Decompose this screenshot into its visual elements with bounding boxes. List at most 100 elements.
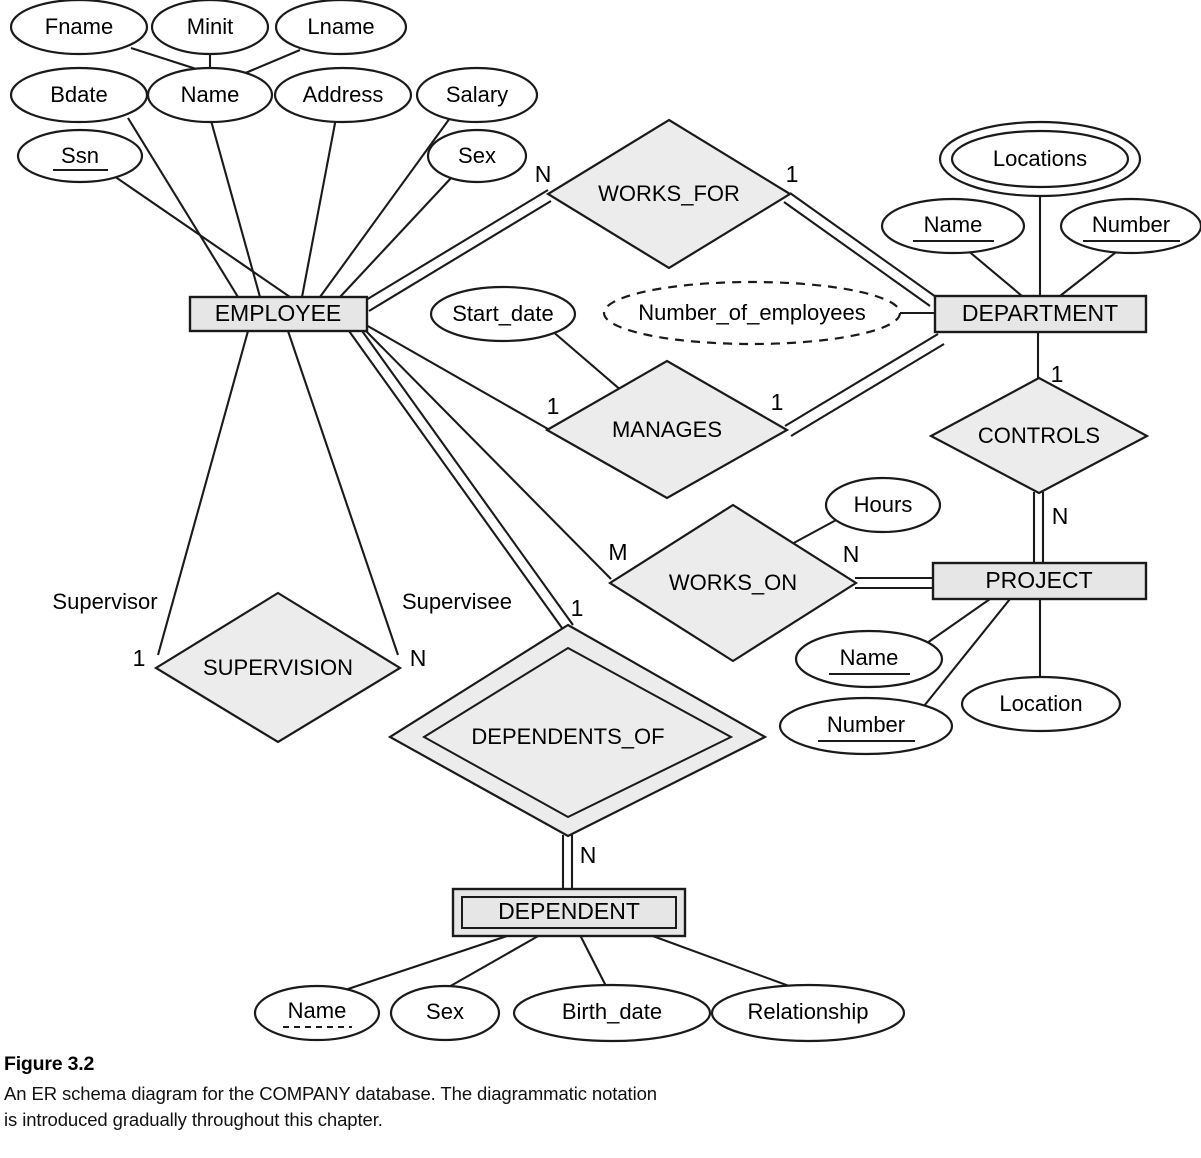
entity-project-label: PROJECT: [985, 567, 1092, 593]
attr-salary-label: Salary: [446, 82, 508, 107]
attr-project-name[interactable]: Name: [794, 629, 944, 689]
relationship-works-for-label: WORKS_FOR: [598, 181, 740, 206]
figure-number: Figure 3.2: [4, 1053, 95, 1075]
attr-hours-label: Hours: [854, 492, 913, 517]
figure-caption: Figure 3.2 An ER schema diagram for the …: [4, 1053, 904, 1133]
attr-fname-label: Fname: [45, 14, 113, 39]
attr-ssn[interactable]: Ssn: [16, 128, 144, 184]
attr-project-number[interactable]: Number: [778, 696, 954, 756]
attr-bdate-label: Bdate: [50, 82, 108, 107]
edge-deptnumber-department: [1059, 248, 1121, 297]
edge-lname-name: [242, 49, 301, 75]
attr-start-date[interactable]: Start_date: [429, 285, 577, 343]
relationship-manages-label: MANAGES: [612, 417, 722, 442]
entity-department[interactable]: DEPARTMENT: [933, 294, 1148, 334]
edge-depname-dependent: [329, 934, 511, 996]
entity-project[interactable]: PROJECT: [931, 561, 1148, 601]
attr-project-name-label: Name: [840, 645, 899, 670]
attr-locations-label: Locations: [993, 146, 1087, 171]
attr-dependent-sex[interactable]: Sex: [389, 984, 501, 1042]
cardinality-controls-department: 1: [1051, 361, 1064, 387]
edge-sex-employee: [339, 176, 453, 298]
cardinality-supervision-supervisor: 1: [133, 645, 146, 671]
attr-minit-label: Minit: [187, 14, 233, 39]
edge-employee-works-on: [365, 330, 612, 580]
attr-dependent-birth-date-label: Birth_date: [562, 999, 662, 1024]
edge-ssn-employee: [113, 175, 291, 298]
er-diagram: Fname Minit Lname Bdate Name Address Sal…: [0, 0, 1201, 1050]
attr-name-composite[interactable]: Name: [146, 66, 274, 124]
attr-project-location-label: Location: [999, 691, 1082, 716]
cardinality-works-for-department: 1: [786, 161, 799, 187]
cardinality-works-on-project: N: [843, 541, 860, 567]
edge-address-employee: [300, 117, 338, 298]
cardinality-dependents-of-dependent: N: [580, 842, 597, 868]
edge-salary-employee: [319, 117, 451, 298]
edge-deprelationship-dependent: [649, 934, 801, 991]
relationship-controls[interactable]: CONTROLS: [928, 376, 1150, 495]
er-diagram-canvas: Fname Minit Lname Bdate Name Address Sal…: [9, 0, 1201, 1043]
role-supervisor-label: Supervisor: [52, 589, 157, 614]
attr-dependent-birth-date[interactable]: Birth_date: [512, 983, 712, 1043]
attr-salary[interactable]: Salary: [415, 66, 539, 124]
edge-manages-department-a: [784, 333, 939, 427]
attr-lname-label: Lname: [307, 14, 374, 39]
attr-department-name[interactable]: Name: [880, 197, 1026, 255]
attr-sex[interactable]: Sex: [426, 128, 528, 184]
attr-locations-multivalued[interactable]: Locations: [938, 120, 1142, 198]
relationship-supervision[interactable]: SUPERVISION: [153, 591, 403, 744]
attr-dependent-name[interactable]: Name: [253, 984, 381, 1042]
attr-start-date-label: Start_date: [452, 301, 554, 326]
figure-caption-line-1: An ER schema diagram for the COMPANY dat…: [4, 1083, 657, 1104]
dependent-attribute-edges: [329, 934, 801, 996]
cardinality-manages-employee: 1: [547, 393, 560, 419]
attr-ssn-label: Ssn: [61, 143, 99, 168]
entity-department-label: DEPARTMENT: [962, 300, 1118, 326]
edge-depbirthdate-dependent: [579, 934, 609, 991]
attr-dependent-name-label: Name: [288, 998, 347, 1023]
entity-dependent[interactable]: DEPENDENT: [451, 887, 687, 938]
attr-number-of-employees-label: Number_of_employees: [638, 300, 865, 325]
attr-bdate[interactable]: Bdate: [9, 66, 149, 124]
relationship-controls-label: CONTROLS: [978, 423, 1100, 448]
attr-hours[interactable]: Hours: [824, 476, 942, 534]
attr-address-label: Address: [303, 82, 384, 107]
cardinality-works-on-employee: M: [608, 539, 627, 565]
relationship-works-for[interactable]: WORKS_FOR: [545, 118, 793, 270]
attr-number-of-employees[interactable]: Number_of_employees: [602, 280, 902, 346]
relationship-dependents-of[interactable]: DEPENDENTS_OF: [387, 623, 768, 838]
attr-dependent-relationship[interactable]: Relationship: [710, 983, 906, 1043]
entity-employee-label: EMPLOYEE: [215, 300, 342, 326]
attr-department-name-label: Name: [924, 212, 983, 237]
edge-employee-supervisee: [287, 330, 399, 656]
attr-project-number-label: Number: [827, 712, 905, 737]
attr-dependent-relationship-label: Relationship: [747, 999, 868, 1024]
cardinality-controls-project: N: [1052, 503, 1069, 529]
attr-address[interactable]: Address: [273, 66, 413, 124]
attr-name-label: Name: [181, 82, 240, 107]
attr-lname[interactable]: Lname: [274, 0, 408, 56]
attr-dependent-sex-label: Sex: [426, 999, 464, 1024]
edge-employee-works-for-a: [365, 189, 549, 301]
edge-deptname-department: [965, 248, 1023, 297]
cardinality-dependents-of-employee: 1: [571, 595, 584, 621]
attr-fname[interactable]: Fname: [9, 0, 149, 56]
cardinality-supervision-supervisee: N: [410, 645, 427, 671]
edge-employee-supervisor: [156, 330, 250, 656]
relationship-dependents-of-label: DEPENDENTS_OF: [471, 724, 664, 749]
edge-hours-works-on: [789, 518, 839, 546]
relationship-manages[interactable]: MANAGES: [544, 359, 790, 500]
attr-minit[interactable]: Minit: [150, 0, 270, 56]
edge-bdate-employee: [127, 117, 239, 298]
relationship-works-on-label: WORKS_ON: [669, 570, 797, 595]
entity-employee[interactable]: EMPLOYEE: [188, 295, 369, 333]
figure-caption-line-2: is introduced gradually throughout this …: [4, 1109, 383, 1130]
edge-employee-dependents-of-b: [359, 327, 574, 626]
cardinality-works-for-employee: N: [535, 161, 552, 187]
role-supervisee-label: Supervisee: [402, 589, 512, 614]
edge-depsex-dependent: [439, 934, 541, 993]
relationship-supervision-label: SUPERVISION: [203, 655, 353, 680]
attr-department-number[interactable]: Number: [1059, 197, 1201, 255]
attr-project-location[interactable]: Location: [960, 675, 1122, 733]
edge-manages-department-b: [790, 343, 945, 437]
